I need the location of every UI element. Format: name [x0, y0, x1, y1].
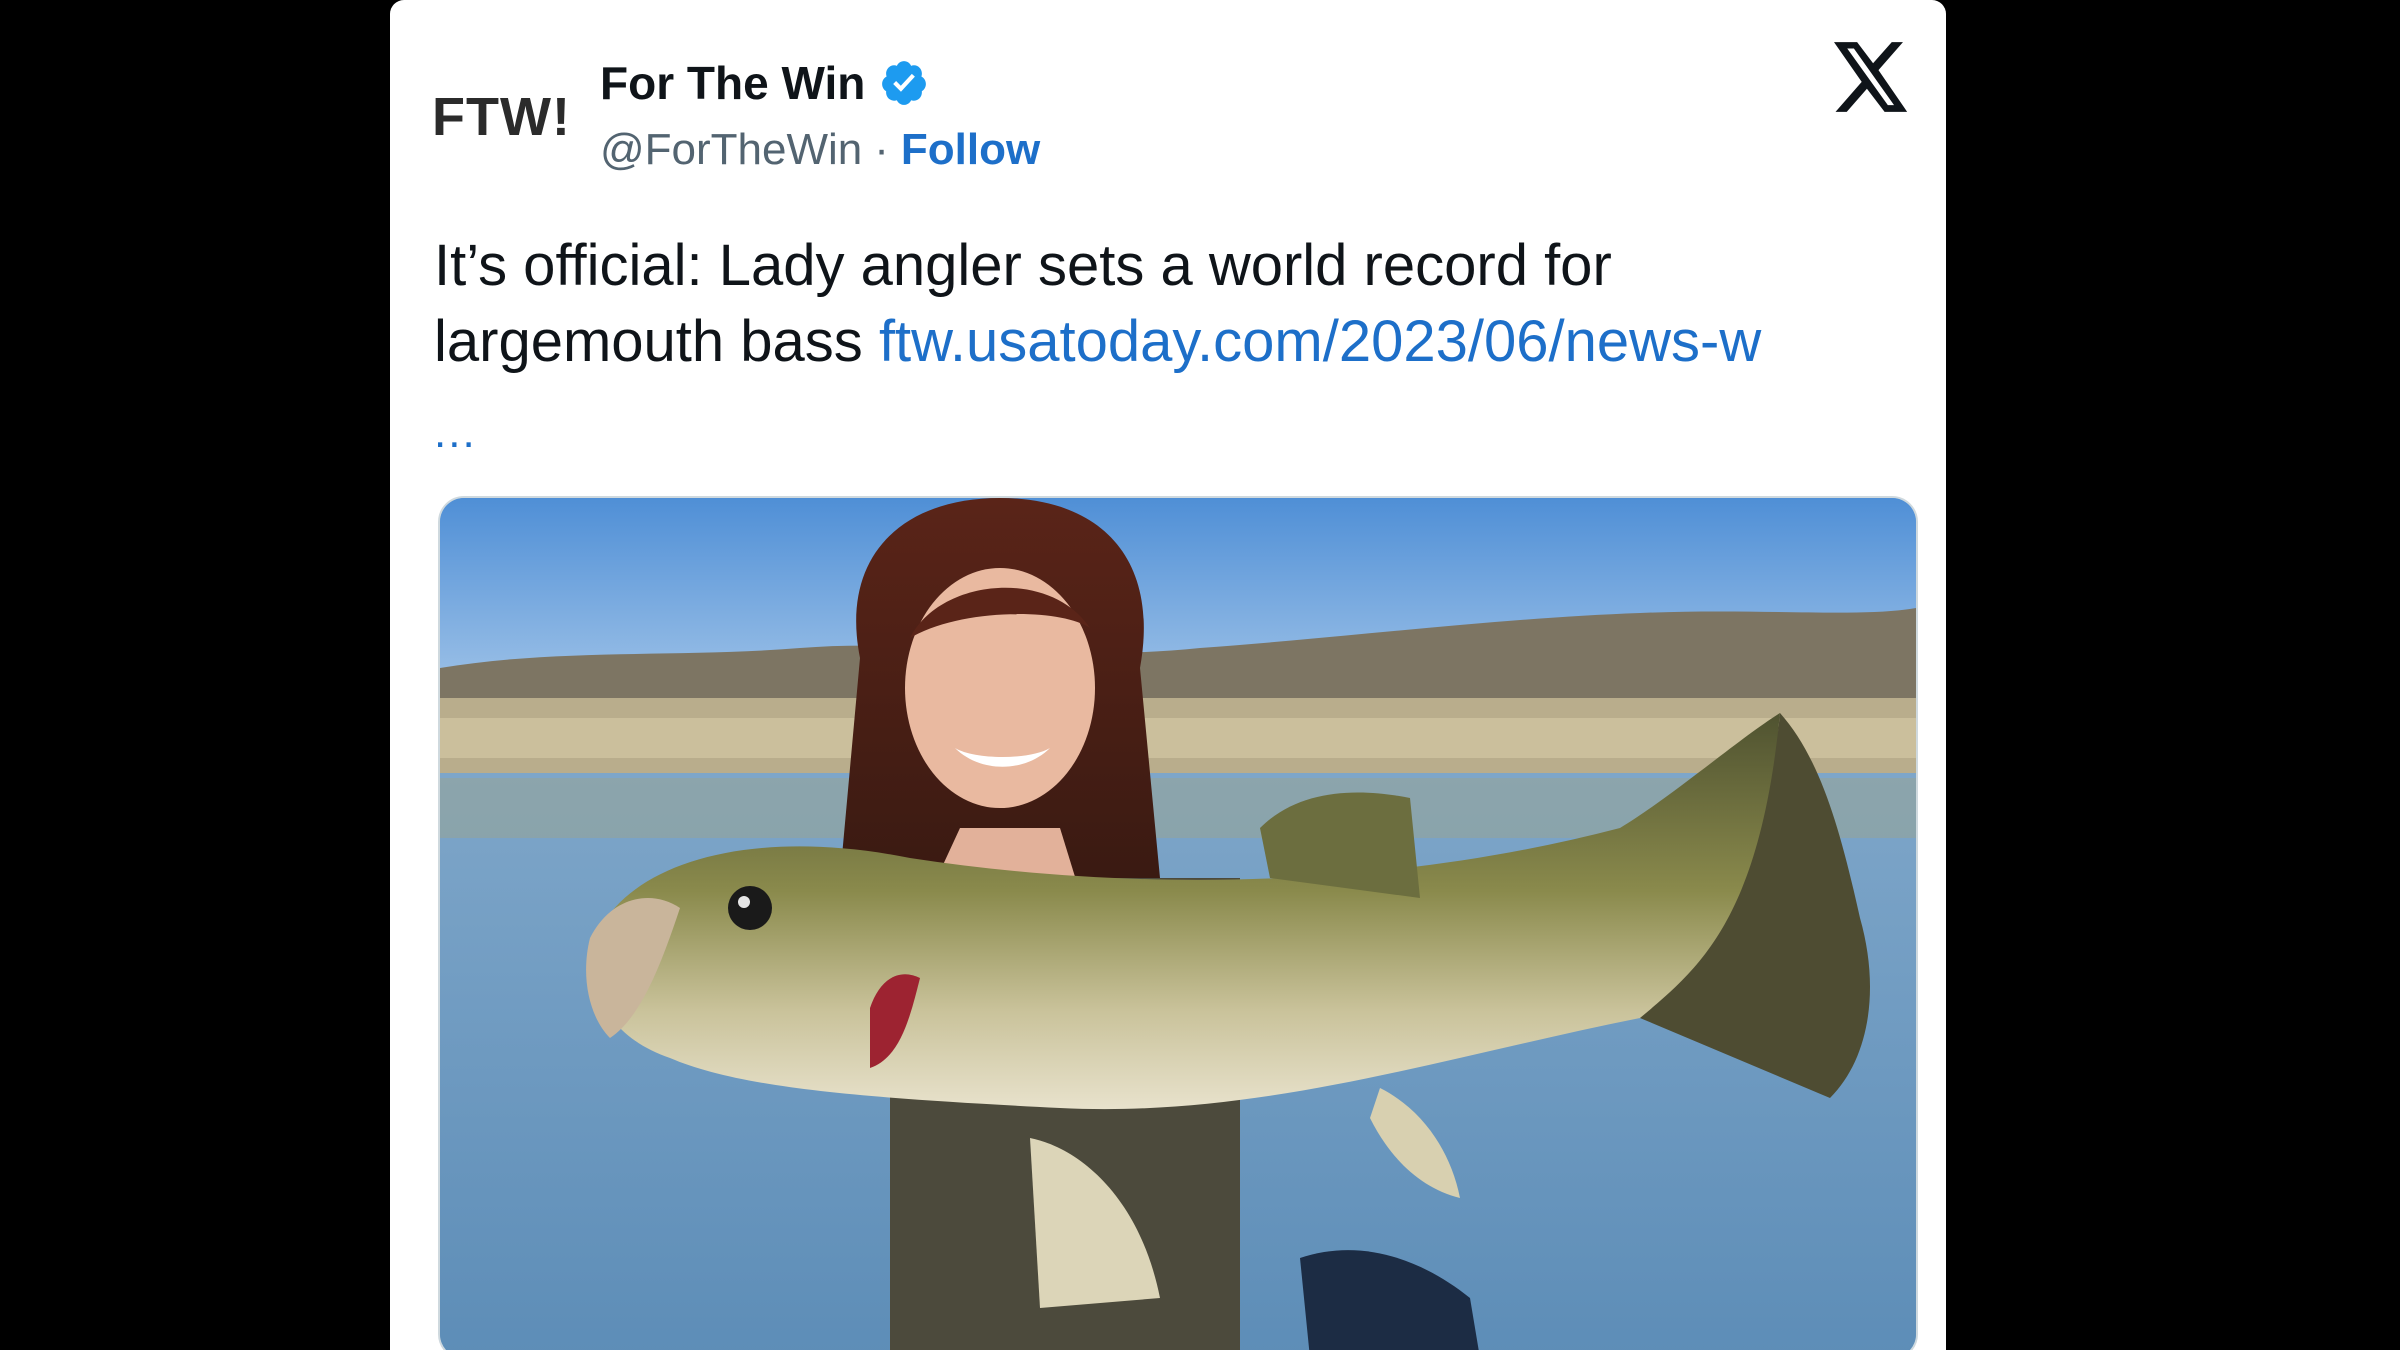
author-handle[interactable]: @ForTheWin [600, 128, 862, 172]
verified-badge-icon [879, 58, 929, 108]
follow-button[interactable]: Follow [901, 128, 1040, 172]
link-ellipsis[interactable]: ... [434, 408, 477, 458]
tweet-body: It’s official: Lady angler sets a world … [434, 228, 1914, 380]
author-display-name[interactable]: For The Win [600, 60, 865, 106]
screen-background: FTW! For The Win @ForTheWin · Follow It’… [0, 0, 2400, 1350]
tweet-link[interactable]: ftw.usatoday.com/2023/06/news-w [879, 309, 1761, 374]
ftw-logo: FTW! [432, 90, 571, 144]
handle-row: @ForTheWin · Follow [600, 120, 1040, 180]
avatar-text: FTW! [432, 87, 571, 147]
angler-holding-bass-photo [440, 498, 1916, 1350]
author-identity: For The Win @ForTheWin · Follow [600, 52, 1040, 180]
separator-dot: · [874, 125, 889, 174]
tweet-embed-card: FTW! For The Win @ForTheWin · Follow It’… [390, 0, 1946, 1350]
name-row: For The Win [600, 52, 1040, 114]
tweet-header: FTW! For The Win @ForTheWin · Follow [390, 0, 1946, 200]
tweet-photo[interactable] [438, 496, 1918, 1350]
avatar[interactable]: FTW! [432, 58, 582, 176]
x-logo-icon[interactable] [1834, 42, 1910, 112]
